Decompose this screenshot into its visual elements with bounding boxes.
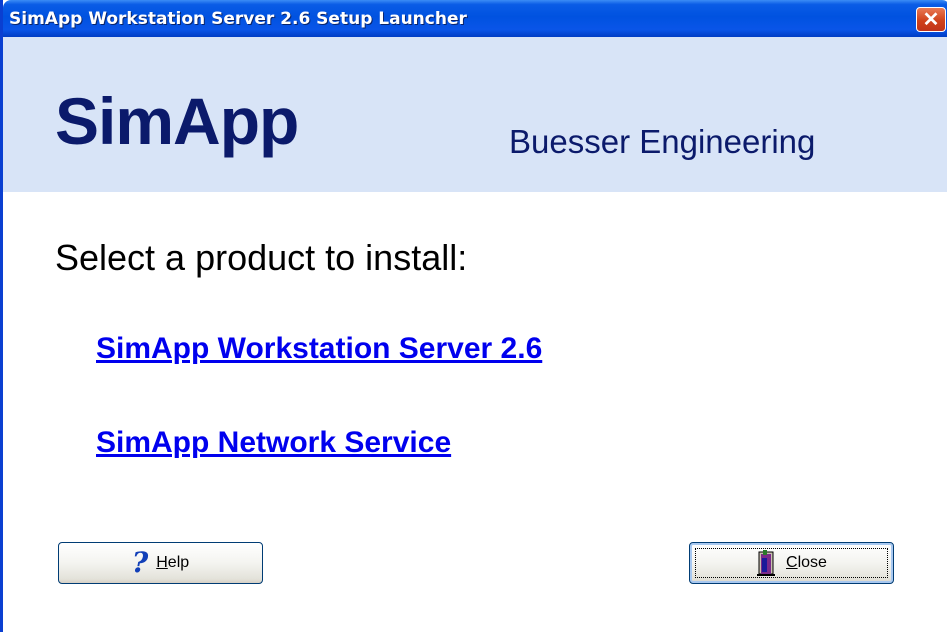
help-button-label: Help	[156, 554, 190, 571]
company-name: Buesser Engineering	[509, 123, 816, 160]
close-x-icon: ✕	[922, 8, 940, 31]
product-link-workstation-server[interactable]: SimApp Workstation Server 2.6	[96, 332, 542, 366]
install-prompt: Select a product to install:	[55, 237, 468, 278]
close-button[interactable]: Close	[689, 542, 894, 584]
help-button[interactable]: ? Help	[58, 542, 263, 584]
setup-launcher-window: SimApp Workstation Server 2.6 Setup Laun…	[0, 0, 947, 632]
title-bar[interactable]: SimApp Workstation Server 2.6 Setup Laun…	[3, 0, 947, 37]
question-mark-icon: ?	[131, 546, 149, 579]
window-title: SimApp Workstation Server 2.6 Setup Laun…	[9, 9, 467, 29]
close-button-label: Close	[786, 554, 827, 571]
window-close-button[interactable]: ✕	[916, 7, 946, 32]
brand-logo-text: SimApp	[55, 84, 299, 158]
exit-door-icon	[756, 550, 776, 576]
product-link-network-service[interactable]: SimApp Network Service	[96, 426, 451, 460]
header-banner: SimApp Buesser Engineering	[3, 37, 947, 192]
